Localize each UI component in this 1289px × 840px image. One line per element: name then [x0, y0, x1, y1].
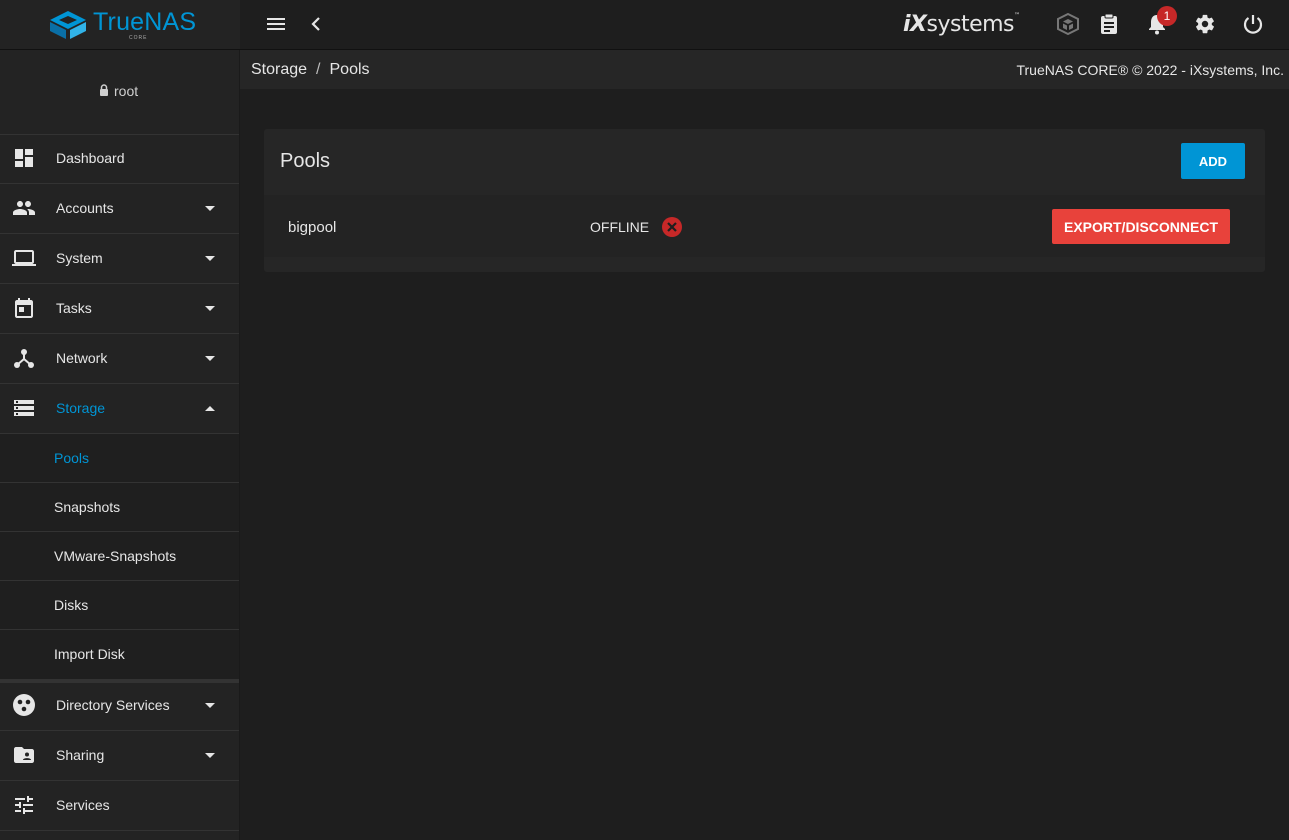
sidebar-subitem-label: Snapshots	[54, 499, 121, 515]
power-button[interactable]	[1241, 12, 1265, 36]
storage-icon	[14, 400, 34, 416]
breadcrumb-pools: Pools	[329, 61, 370, 78]
sidebar-item-services[interactable]: Services	[0, 781, 239, 831]
sidebar-item-system[interactable]: System	[0, 234, 239, 284]
gear-icon	[1196, 14, 1214, 34]
people-icon	[13, 201, 35, 215]
username: root	[114, 83, 139, 99]
sidebar-item-label: Tasks	[56, 300, 92, 316]
tune-icon	[15, 796, 33, 814]
brand-sub: CORE	[129, 35, 148, 41]
sidebar-subitem-snapshots[interactable]: Snapshots	[0, 483, 239, 532]
top-bar: TrueNAS CORE iXsystems™ 1	[0, 0, 1289, 50]
truecommand-button[interactable]	[1056, 12, 1080, 36]
sidebar-item-directory-services[interactable]: Directory Services	[0, 681, 239, 731]
copyright-text: TrueNAS CORE® © 2022 - iXsystems, Inc.	[1016, 62, 1284, 78]
sidebar-item-label: Services	[56, 797, 110, 813]
folder-share-icon	[14, 747, 34, 763]
menu-toggle-button[interactable]	[264, 12, 288, 36]
sidebar-item-tasks[interactable]: Tasks	[0, 284, 239, 334]
directory-icon	[13, 694, 35, 716]
pools-card: Pools ADD bigpool OFFLINE EXPORT/DISCONN…	[264, 129, 1265, 272]
hamburger-icon	[267, 18, 285, 30]
sidebar-item-label: Network	[56, 350, 108, 366]
chevron-up-icon	[205, 406, 215, 411]
add-pool-button[interactable]: ADD	[1181, 143, 1245, 179]
breadcrumb: Storage / Pools	[251, 61, 370, 79]
sidebar-subitem-disks[interactable]: Disks	[0, 581, 239, 630]
clipboard-icon	[1101, 13, 1117, 34]
sidebar-subitem-label: VMware-Snapshots	[54, 548, 177, 564]
network-icon	[14, 349, 34, 368]
sidebar-item-sharing[interactable]: Sharing	[0, 731, 239, 781]
ixsystems-logo: iXsystems™	[903, 12, 1020, 37]
truenas-logo-icon	[48, 9, 88, 46]
brand-name: TrueNAS	[93, 8, 197, 36]
notification-badge: 1	[1157, 6, 1177, 26]
chevron-down-icon	[205, 703, 215, 708]
error-circle-icon	[662, 217, 682, 237]
sidebar-subitem-import-disk[interactable]: Import Disk	[0, 630, 239, 683]
pool-status: OFFLINE	[590, 219, 650, 235]
sidebar-subitem-pools[interactable]: Pools	[0, 434, 239, 483]
chevron-down-icon	[205, 306, 215, 311]
pool-name: bigpool	[288, 219, 337, 236]
chevron-down-icon	[205, 356, 215, 361]
sidebar-item-accounts[interactable]: Accounts	[0, 184, 239, 234]
lock-icon	[100, 84, 108, 96]
sidebar-subitem-label: Disks	[54, 597, 89, 613]
laptop-icon	[12, 250, 36, 266]
pool-row[interactable]: bigpool OFFLINE EXPORT/DISCONNECT	[264, 195, 1265, 257]
sidebar-item-label: Sharing	[56, 747, 105, 763]
chevron-down-icon	[205, 753, 215, 758]
breadcrumb-storage[interactable]: Storage	[251, 61, 307, 78]
sidebar-subitem-vmware-snapshots[interactable]: VMware-Snapshots	[0, 532, 239, 581]
breadcrumb-bar: Storage / Pools TrueNAS CORE® © 2022 - iXs…	[240, 50, 1289, 89]
breadcrumb-separator: /	[316, 61, 321, 78]
sidebar-item-label: Directory Services	[56, 697, 170, 713]
power-icon	[1243, 15, 1263, 34]
page-title: Pools	[280, 150, 331, 172]
brand[interactable]: TrueNAS CORE	[0, 0, 240, 49]
sidebar-subitem-label: Import Disk	[54, 646, 125, 662]
sidebar: root Dashboard Accounts System Tasks Net…	[0, 50, 240, 840]
sidebar-subitem-label: Pools	[54, 450, 90, 466]
task-manager-button[interactable]	[1097, 12, 1121, 36]
user-panel: root	[0, 50, 239, 135]
settings-button[interactable]	[1193, 12, 1217, 36]
chevron-down-icon	[205, 206, 215, 211]
dashboard-icon	[15, 149, 33, 167]
chevron-left-icon	[311, 17, 320, 31]
truecommand-icon	[1057, 13, 1079, 35]
chevron-down-icon	[205, 256, 215, 261]
sidebar-item-storage[interactable]: Storage	[0, 384, 239, 434]
sidebar-item-label: System	[56, 250, 103, 266]
sidebar-item-label: Dashboard	[56, 150, 125, 166]
calendar-icon	[15, 298, 33, 318]
sidebar-item-label: Storage	[56, 400, 106, 416]
export-disconnect-button[interactable]: EXPORT/DISCONNECT	[1052, 209, 1230, 244]
sidebar-item-dashboard[interactable]: Dashboard	[0, 134, 239, 184]
sidebar-item-label: Accounts	[56, 200, 114, 216]
sidebar-item-network[interactable]: Network	[0, 334, 239, 384]
collapse-button[interactable]	[304, 12, 328, 36]
